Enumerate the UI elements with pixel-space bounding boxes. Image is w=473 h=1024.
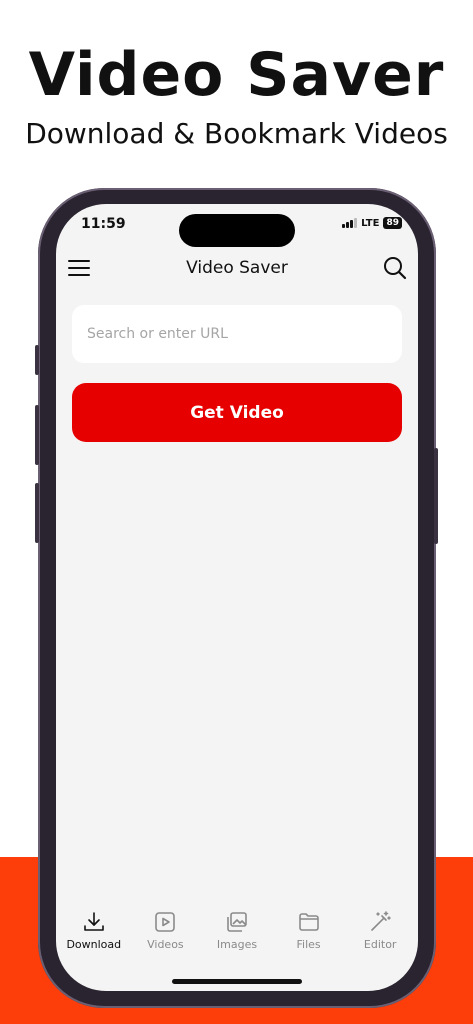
phone-volume-up-button (35, 405, 39, 465)
tab-label: Videos (147, 938, 184, 951)
promo-subheadline: Download & Bookmark Videos (25, 117, 448, 150)
tab-images[interactable]: Images (202, 910, 272, 970)
app-screen: 11:59 LTE 89 Video Saver Get Video Downl… (56, 204, 418, 991)
tab-label: Editor (363, 938, 397, 951)
tab-label: Files (296, 938, 321, 951)
folder-icon (298, 913, 319, 931)
get-video-button-label: Get Video (190, 402, 284, 423)
download-icon (83, 912, 104, 931)
navigation-bar: Video Saver (56, 250, 418, 290)
status-indicators: LTE 89 (342, 217, 402, 229)
battery-icon: 89 (383, 217, 402, 229)
tab-label: Download (66, 938, 122, 951)
nav-title: Video Saver (186, 258, 288, 278)
magic-wand-icon (371, 911, 391, 931)
video-play-icon (155, 912, 176, 932)
promo-headline: Video Saver (28, 40, 445, 110)
tab-videos[interactable]: Videos (130, 910, 200, 970)
cellular-signal-icon (342, 218, 358, 228)
status-time: 11:59 (81, 216, 126, 232)
get-video-button[interactable]: Get Video (72, 383, 402, 442)
phone-volume-down-button (35, 483, 39, 543)
phone-power-button (434, 448, 438, 544)
images-icon (227, 912, 247, 932)
url-search-input[interactable] (72, 305, 402, 363)
network-type: LTE (361, 217, 380, 229)
search-icon[interactable] (382, 255, 408, 281)
dynamic-island (179, 214, 295, 247)
bottom-tab-bar: Download Videos Images Files Editor (56, 910, 418, 970)
tab-label: Images (216, 938, 258, 951)
phone-side-button (35, 345, 39, 375)
tab-download[interactable]: Download (59, 910, 129, 970)
tab-editor[interactable]: Editor (345, 910, 415, 970)
home-indicator (172, 979, 302, 984)
tab-files[interactable]: Files (274, 910, 344, 970)
